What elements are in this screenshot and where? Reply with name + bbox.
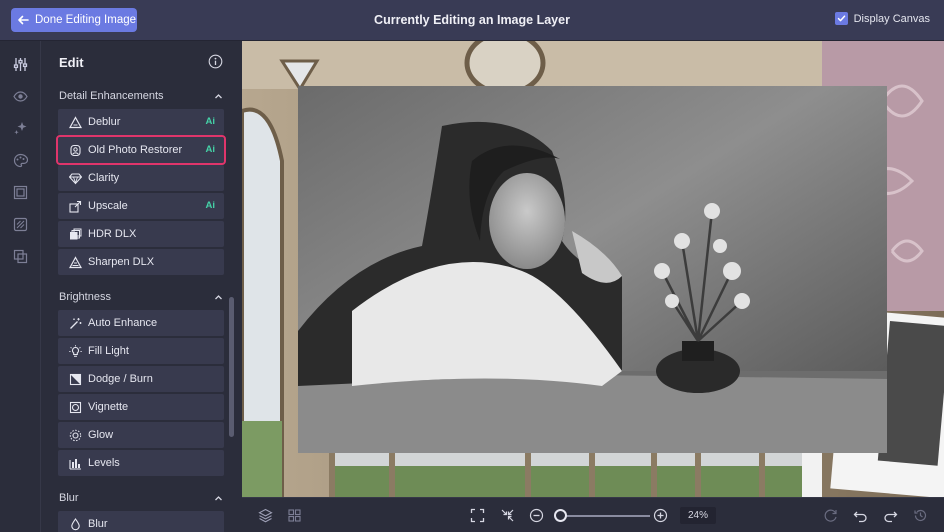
dodge-burn-icon <box>68 372 82 386</box>
bulb-icon <box>68 344 82 358</box>
tool-upscale[interactable]: Upscale Ai <box>58 193 224 219</box>
texture-icon[interactable] <box>12 216 29 233</box>
zoom-out-icon[interactable] <box>528 507 545 524</box>
tool-label: Deblur <box>88 116 121 128</box>
panel-scrollbar[interactable] <box>229 297 234 437</box>
tool-rail <box>0 41 41 532</box>
tool-label: Levels <box>88 457 120 469</box>
section-blur[interactable]: Blur <box>59 492 223 504</box>
tool-label: Glow <box>88 429 114 441</box>
done-editing-label: Done Editing Image <box>35 14 137 26</box>
tool-label: HDR DLX <box>88 228 137 240</box>
tool-label: Vignette <box>88 401 129 413</box>
tool-deblur[interactable]: Deblur Ai <box>58 109 224 135</box>
redo-icon[interactable] <box>882 507 899 524</box>
zoom-value[interactable]: 24% <box>680 507 716 524</box>
tool-vignette[interactable]: Vignette <box>58 394 224 420</box>
triangle-icon <box>68 115 82 129</box>
layers-icon[interactable] <box>257 507 274 524</box>
tool-label: Old Photo Restorer <box>88 144 183 156</box>
done-editing-button[interactable]: Done Editing Image <box>11 8 137 32</box>
tool-label: Dodge / Burn <box>88 373 153 385</box>
sparkle-icon[interactable] <box>12 120 29 137</box>
tool-clarity[interactable]: Clarity <box>58 165 224 191</box>
hdr-icon <box>68 227 82 241</box>
undo-icon[interactable] <box>852 507 869 524</box>
sharpen-icon <box>68 255 82 269</box>
chevron-up-icon <box>215 495 222 500</box>
tool-sharpen-dlx[interactable]: Sharpen DLX <box>58 249 224 275</box>
sliders-icon[interactable] <box>12 56 29 73</box>
rotate-icon[interactable] <box>822 507 839 524</box>
info-icon[interactable] <box>208 54 223 69</box>
section-detail-enhancements[interactable]: Detail Enhancements <box>59 90 223 102</box>
section-title: Blur <box>59 492 79 504</box>
display-canvas-toggle[interactable]: Display Canvas <box>834 12 930 25</box>
tool-label: Sharpen DLX <box>88 256 155 268</box>
display-canvas-label: Display Canvas <box>853 12 930 25</box>
vignette-icon <box>68 400 82 414</box>
tool-label: Clarity <box>88 172 120 184</box>
grid-icon[interactable] <box>286 507 303 524</box>
panel-title: Edit <box>59 55 84 70</box>
section-brightness[interactable]: Brightness <box>59 291 223 303</box>
image-canvas[interactable] <box>242 41 944 497</box>
ai-badge: Ai <box>205 200 216 211</box>
edit-panel: Edit Detail Enhancements Deblur Ai Old P… <box>41 41 241 532</box>
ai-badge: Ai <box>205 116 216 127</box>
section-title: Brightness <box>59 291 111 303</box>
tool-glow[interactable]: Glow <box>58 422 224 448</box>
ai-badge: Ai <box>205 144 216 155</box>
tool-auto-enhance[interactable]: Auto Enhance <box>58 310 224 336</box>
bottom-toolbar: 24% <box>242 497 944 532</box>
tool-label: Upscale <box>88 200 128 212</box>
upscale-icon <box>68 199 82 213</box>
tool-hdr-dlx[interactable]: HDR DLX <box>58 221 224 247</box>
history-icon[interactable] <box>912 507 929 524</box>
tool-levels[interactable]: Levels <box>58 450 224 476</box>
page-title: Currently Editing an Image Layer <box>374 13 570 27</box>
restore-icon <box>68 143 82 157</box>
tool-old-photo-restorer[interactable]: Old Photo Restorer Ai <box>56 135 226 165</box>
tool-fill-light[interactable]: Fill Light <box>58 338 224 364</box>
zoom-slider-track[interactable] <box>560 515 650 517</box>
tool-label: Fill Light <box>88 345 129 357</box>
check-icon <box>837 15 845 22</box>
chevron-up-icon <box>215 294 222 299</box>
tool-label: Blur <box>88 518 108 530</box>
display-canvas-checkbox[interactable] <box>834 12 848 25</box>
section-title: Detail Enhancements <box>59 90 164 102</box>
eye-icon[interactable] <box>12 88 29 105</box>
levels-icon <box>68 456 82 470</box>
fit-to-screen-icon[interactable] <box>469 507 486 524</box>
palette-icon[interactable] <box>12 152 29 169</box>
canvas-artwork <box>242 41 944 497</box>
drop-icon <box>68 517 82 531</box>
chevron-up-icon <box>215 93 222 98</box>
frame-icon[interactable] <box>12 184 29 201</box>
top-bar: Done Editing Image Currently Editing an … <box>0 0 944 41</box>
glow-icon <box>68 428 82 442</box>
zoom-in-icon[interactable] <box>652 507 669 524</box>
overlay-icon[interactable] <box>12 248 29 265</box>
zoom-slider-thumb[interactable] <box>554 509 567 522</box>
magic-wand-icon <box>68 316 82 330</box>
collapse-icon[interactable] <box>499 507 516 524</box>
arrow-left-icon <box>18 15 29 25</box>
tool-dodge-burn[interactable]: Dodge / Burn <box>58 366 224 392</box>
diamond-icon <box>68 171 82 185</box>
tool-blur[interactable]: Blur <box>58 511 224 532</box>
tool-label: Auto Enhance <box>88 317 158 329</box>
